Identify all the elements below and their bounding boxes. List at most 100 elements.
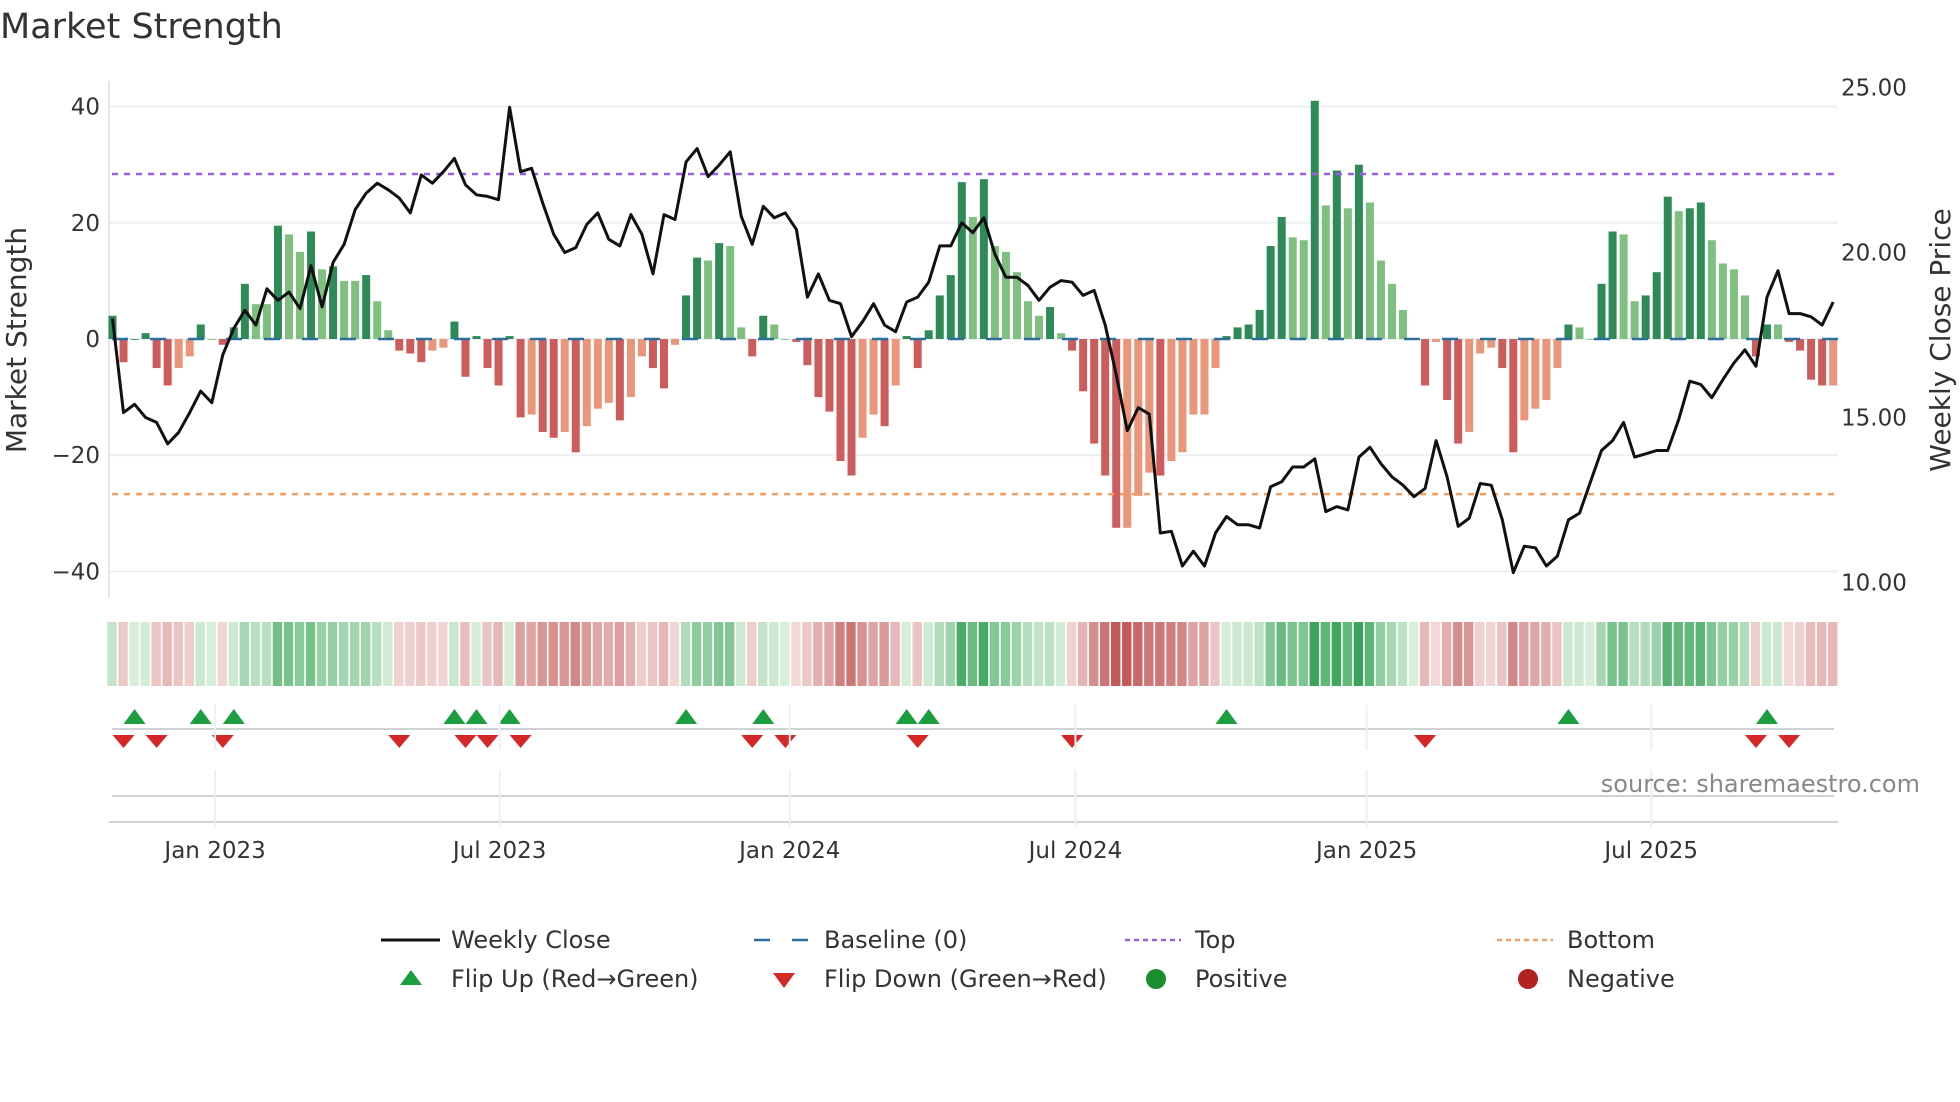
x-tick-label: Jul 2025 [1602, 838, 1698, 864]
heat-cell [1298, 622, 1308, 686]
heat-cell [129, 622, 139, 686]
heat-cell [1331, 622, 1342, 686]
heat-cell [1585, 622, 1595, 686]
heat-cell [769, 622, 779, 686]
strength-bar [273, 225, 282, 339]
heat-cell [625, 622, 636, 686]
strength-bar [185, 339, 194, 357]
strength-bar [119, 339, 128, 363]
flip-down-marker [1414, 735, 1437, 748]
strength-bar [626, 339, 635, 398]
heat-cell [504, 622, 514, 686]
y-tick-label: −20 [51, 443, 100, 469]
strength-bar [748, 339, 757, 357]
strength-bar [781, 339, 790, 340]
strength-bar [1332, 170, 1341, 339]
heat-cell [1640, 622, 1650, 686]
strength-bar [307, 231, 316, 339]
strength-bar [362, 275, 371, 339]
heat-cell [1408, 622, 1419, 686]
heat-cell [736, 622, 746, 686]
heat-cell [1486, 622, 1496, 686]
heat-cell [1221, 622, 1231, 686]
market-strength-chart: Market Strength Market Strength Weekly C… [0, 7, 1957, 993]
strength-bar [913, 339, 922, 369]
y-axis-label: Market Strength [0, 227, 33, 453]
heat-cell [780, 622, 790, 686]
strength-bar [1476, 339, 1485, 354]
legend-item-negative: Negative [1518, 965, 1675, 993]
heat-cell [614, 622, 625, 686]
strength-bar [1443, 339, 1452, 401]
strength-bar [979, 179, 988, 339]
heat-cell [1441, 622, 1452, 686]
heat-cell [1805, 622, 1816, 686]
legend-label: Top [1194, 926, 1236, 954]
strength-bar [1211, 339, 1220, 369]
heat-cell [1000, 622, 1011, 686]
strength-bar [737, 327, 746, 339]
flip-down-marker [388, 735, 411, 748]
heat-cell [592, 622, 603, 686]
heat-cell [879, 622, 889, 686]
heat-cell [1574, 622, 1584, 686]
heat-cell [702, 622, 713, 686]
strength-bar [395, 339, 404, 351]
heat-cell [427, 622, 437, 686]
heat-cell [482, 622, 492, 686]
heat-cell [1232, 622, 1242, 686]
strength-bar [604, 339, 613, 403]
strength-bar [1597, 283, 1606, 339]
heat-cell [581, 622, 591, 686]
heat-cell [537, 622, 547, 686]
strength-bar [1564, 324, 1573, 339]
heat-cell [305, 622, 316, 686]
strength-bar [560, 339, 569, 432]
legend-label: Weekly Close [451, 926, 611, 954]
strength-bar [1387, 283, 1396, 339]
strength-bar [1288, 237, 1297, 339]
heat-cell [691, 622, 702, 686]
y-tick-label: 40 [71, 95, 100, 121]
heat-cell [493, 622, 503, 686]
heat-cell [901, 622, 911, 686]
heat-cell [162, 622, 172, 686]
strength-bar [1509, 339, 1518, 453]
strength-bar [1454, 339, 1463, 444]
strength-bar [472, 336, 481, 339]
heat-cell [107, 622, 117, 686]
strength-bar [880, 339, 889, 427]
heat-cell [471, 622, 481, 686]
strength-bar [1277, 216, 1286, 339]
heat-cell [1673, 622, 1683, 686]
heat-cell [923, 622, 933, 686]
strength-bar [1608, 231, 1617, 339]
heat-cell [1772, 622, 1783, 686]
heat-cell [1662, 622, 1672, 686]
heat-cell [338, 622, 349, 686]
heat-cell [1199, 622, 1209, 686]
y-tick-label: 20 [71, 211, 100, 237]
strength-bar [340, 280, 349, 339]
legend-label: Negative [1567, 965, 1675, 993]
strength-bar [593, 339, 602, 409]
heat-cell [747, 622, 757, 686]
source-text: source: sharemaestro.com [1601, 770, 1920, 798]
strength-bar [1046, 307, 1055, 339]
heat-cell [438, 622, 448, 686]
heat-cell [349, 622, 360, 686]
strength-bar [439, 339, 448, 348]
heat-cell [383, 622, 393, 686]
heat-cell [1695, 622, 1706, 686]
heat-cell [1452, 622, 1463, 686]
y2-tick-label: 25.00 [1841, 76, 1907, 102]
strength-bar [1498, 339, 1507, 369]
heat-cell [173, 622, 183, 686]
strength-bar [207, 339, 216, 340]
heat-cell [1342, 622, 1353, 686]
heat-cell [515, 622, 525, 686]
strength-bar [1365, 202, 1374, 339]
heat-cell [1133, 622, 1143, 686]
heat-cell [813, 622, 823, 686]
strength-bar [483, 339, 492, 369]
